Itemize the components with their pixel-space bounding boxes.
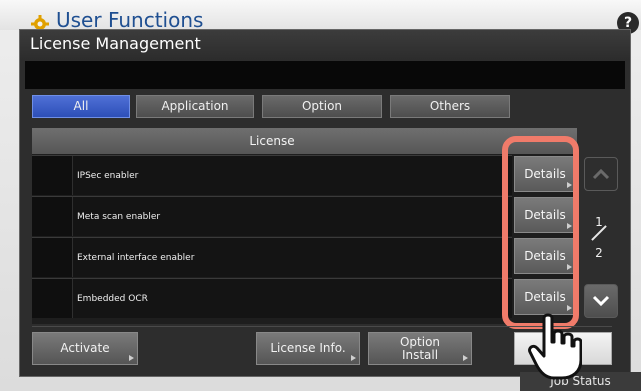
- row-select-cell[interactable]: [32, 156, 73, 195]
- license-info-label: License Info.: [270, 341, 346, 355]
- table-row[interactable]: External interface enabler: [32, 237, 512, 277]
- license-info-button[interactable]: License Info.: [256, 332, 360, 365]
- chevron-down-icon: [592, 295, 610, 307]
- license-name: Meta scan enabler: [77, 211, 161, 222]
- table-row[interactable]: Embedded OCR: [32, 278, 512, 318]
- license-column-header: License: [32, 128, 512, 154]
- arrow-icon: [351, 355, 356, 361]
- pointing-hand-icon: [528, 313, 582, 380]
- activate-label: Activate: [60, 341, 110, 355]
- license-name: Embedded OCR: [77, 293, 148, 304]
- dialog-title: License Management: [30, 34, 201, 53]
- page-down-button[interactable]: [584, 284, 618, 318]
- footer-divider: [32, 326, 612, 327]
- details-highlight-box: [502, 136, 579, 329]
- tab-application[interactable]: Application: [136, 95, 254, 118]
- page-up-button[interactable]: [584, 157, 618, 191]
- arrow-icon: [463, 355, 468, 361]
- chevron-up-icon: [592, 168, 610, 180]
- option-install-line2: Install: [401, 348, 439, 362]
- tab-others[interactable]: Others: [390, 95, 510, 118]
- row-select-cell[interactable]: [32, 238, 73, 277]
- row-select-cell[interactable]: [32, 279, 73, 318]
- table-row[interactable]: Meta scan enabler: [32, 196, 512, 236]
- table-row[interactable]: IPSec enabler: [32, 155, 512, 195]
- message-bar: [25, 61, 625, 89]
- option-install-button[interactable]: Option Install: [368, 332, 472, 365]
- activate-button[interactable]: Activate: [32, 332, 138, 365]
- license-name: IPSec enabler: [77, 170, 139, 181]
- row-select-cell[interactable]: [32, 197, 73, 236]
- tab-option[interactable]: Option: [262, 95, 382, 118]
- app-title: User Functions: [56, 8, 204, 32]
- app-header: User Functions ?: [0, 0, 641, 34]
- tab-all[interactable]: All: [32, 95, 130, 118]
- arrow-icon: [129, 355, 134, 361]
- total-pages: 2: [595, 246, 603, 260]
- license-name: External interface enabler: [77, 252, 195, 263]
